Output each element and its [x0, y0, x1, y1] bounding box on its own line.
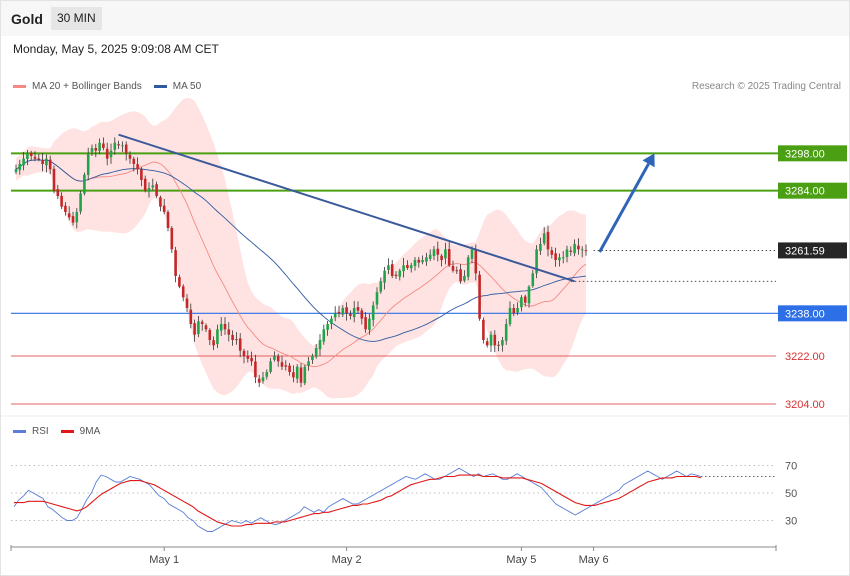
candle-99	[390, 259, 394, 279]
candle-124	[485, 337, 489, 348]
candle-119	[466, 255, 470, 281]
time-axis: May 1 May 2 May 5 May 6	[10, 545, 777, 566]
candle-38	[159, 195, 162, 212]
level-label-2: 3238.00	[785, 308, 825, 320]
rsi-panel: 70 50 30	[11, 461, 797, 532]
candle-10	[52, 165, 56, 194]
candle-18	[83, 172, 86, 196]
x-tick-label-3: May 6	[579, 554, 609, 566]
level-label-0: 3298.00	[785, 148, 825, 160]
level-label-1: 3284.00	[785, 186, 825, 198]
candle-123	[482, 317, 485, 344]
candle-41	[170, 226, 174, 254]
x-tick-label-1: May 2	[332, 554, 362, 566]
x-tick-label-2: May 5	[506, 554, 536, 566]
candle-76	[303, 364, 307, 386]
bollinger-bands	[16, 97, 586, 399]
level-label-3: 3222.00	[785, 351, 825, 363]
candle-44	[181, 284, 185, 302]
rsi-tick-0: 70	[785, 461, 797, 473]
rsi-tick-2: 30	[785, 516, 797, 528]
candle-42	[174, 246, 177, 283]
x-tick-label-0: May 1	[149, 554, 179, 566]
forecast-arrow-shaft	[598, 163, 650, 253]
rsi-ma-line	[14, 474, 702, 527]
rsi-tick-1: 50	[785, 488, 797, 500]
candle-40	[166, 210, 170, 232]
level-label-4: 3204.00	[785, 399, 825, 411]
bollinger-band-area	[16, 97, 586, 399]
candle-17	[79, 190, 82, 215]
level-labels: 3298.00 3284.00 3238.00 3222.00 3204.00 3261.…	[778, 145, 847, 411]
candle-137	[535, 245, 538, 279]
candle-122	[478, 270, 481, 321]
price-chart: 3298.00 3284.00 3238.00 3222.00 3204.00 3261.…	[1, 97, 849, 566]
rsi-line	[13, 467, 702, 532]
current-price-label: 3261.59	[785, 245, 825, 257]
